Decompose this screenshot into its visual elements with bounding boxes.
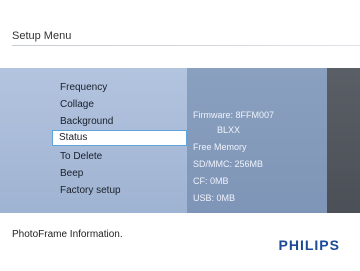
side-strip: [327, 68, 360, 213]
setup-panel: Frequency Collage Background Status To D…: [0, 68, 360, 213]
usb-memory: USB: 0MB: [193, 193, 236, 203]
menu-item-background[interactable]: Background: [60, 116, 113, 127]
title-bar: Setup Menu: [0, 0, 360, 68]
page-title: Setup Menu: [12, 30, 72, 42]
title-divider: [12, 45, 360, 46]
menu-item-status[interactable]: Status: [52, 130, 187, 146]
menu-item-frequency[interactable]: Frequency: [60, 82, 107, 93]
menu-item-collage[interactable]: Collage: [60, 99, 94, 110]
free-memory-label: Free Memory: [193, 142, 247, 152]
sd-mmc-memory: SD/MMC: 256MB: [193, 159, 264, 169]
status-info-panel: Firmware: 8FFM007 BLXX Free Memory SD/MM…: [187, 68, 327, 213]
menu-item-to-delete[interactable]: To Delete: [60, 151, 102, 162]
help-text: PhotoFrame Information.: [12, 229, 123, 240]
footer: PhotoFrame Information. PHILIPS: [0, 213, 360, 271]
cf-memory: CF: 0MB: [193, 176, 229, 186]
firmware-version: Firmware: 8FFM007: [193, 110, 275, 120]
menu-item-beep[interactable]: Beep: [60, 168, 83, 179]
firmware-code: BLXX: [217, 125, 241, 135]
menu-item-factory-setup[interactable]: Factory setup: [60, 185, 121, 196]
brand-logo: PHILIPS: [278, 237, 340, 253]
setup-menu: Frequency Collage Background Status To D…: [0, 68, 187, 213]
